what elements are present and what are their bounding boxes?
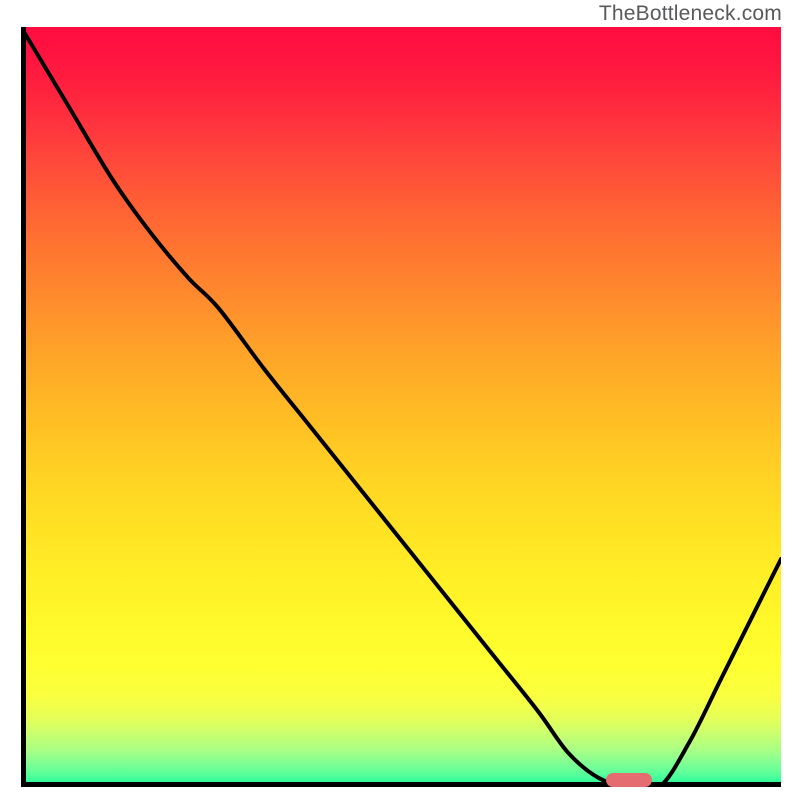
watermark-text: TheBottleneck.com [599, 2, 782, 26]
optimal-marker [606, 773, 652, 787]
gradient-background [21, 27, 781, 787]
plot-area [21, 27, 781, 787]
figure-container: TheBottleneck.com [0, 0, 800, 800]
